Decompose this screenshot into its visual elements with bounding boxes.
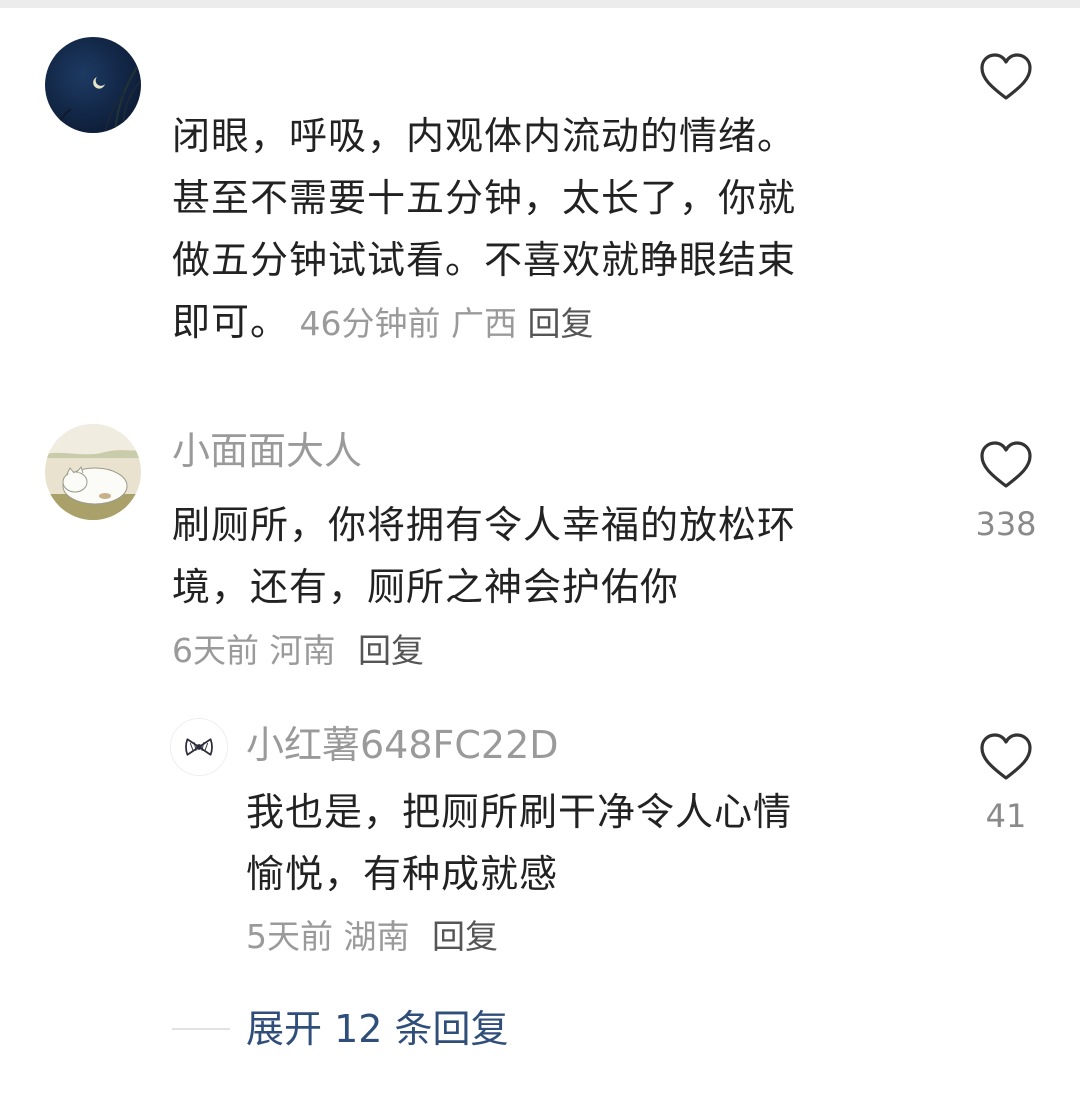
avatar[interactable] — [45, 37, 141, 133]
comment-meta: 46分钟前 广西 回复 — [299, 304, 594, 343]
avatar[interactable] — [170, 718, 228, 776]
bow-avatar — [171, 719, 227, 775]
comment-text: 刷厕所，你将拥有令人幸福的放松环 境，还有，厕所之神会护佑你 — [172, 503, 797, 609]
heart-outline-icon — [980, 53, 1032, 100]
like-button[interactable] — [976, 440, 1036, 490]
like-count: 41 — [985, 797, 1027, 835]
expand-divider — [172, 1028, 230, 1030]
reply-button[interactable]: 回复 — [432, 917, 498, 956]
expand-replies-button[interactable]: 展开 12 条回复 — [246, 1010, 509, 1048]
like-count: 338 — [975, 505, 1037, 543]
comment-username[interactable]: 小面面大人 — [172, 432, 362, 470]
reply-location: 湖南 — [343, 917, 410, 956]
comment-section: 闭眼，呼吸，内观体内流动的情绪。 甚至不需要十五分钟，太长了，你就 做五分钟试试… — [0, 0, 1080, 1106]
like-button[interactable] — [976, 732, 1036, 782]
reply-button[interactable]: 回复 — [358, 631, 424, 670]
comment-text: 闭眼，呼吸，内观体内流动的情绪。 甚至不需要十五分钟，太长了，你就 做五分钟试试… — [172, 114, 797, 344]
comment-time: 6天前 — [172, 631, 259, 670]
comment-meta: 6天前 河南 回复 — [172, 634, 424, 667]
heart-outline-icon — [980, 441, 1032, 488]
comment-location: 河南 — [269, 631, 336, 670]
reply-username[interactable]: 小红薯648FC22D — [246, 726, 559, 764]
reply-meta: 5天前 湖南 回复 — [246, 920, 498, 953]
night-moon-avatar — [45, 37, 141, 133]
reply-button[interactable]: 回复 — [528, 304, 594, 343]
like-button[interactable] — [976, 52, 1036, 102]
reply-text: 我也是，把厕所刷干净令人心情 愉悦，有种成就感 — [246, 790, 793, 896]
reply-time: 5天前 — [246, 917, 333, 956]
sleeping-cat-avatar — [45, 424, 141, 520]
top-divider — [0, 0, 1080, 8]
avatar[interactable] — [45, 424, 141, 520]
heart-outline-icon — [980, 733, 1032, 780]
